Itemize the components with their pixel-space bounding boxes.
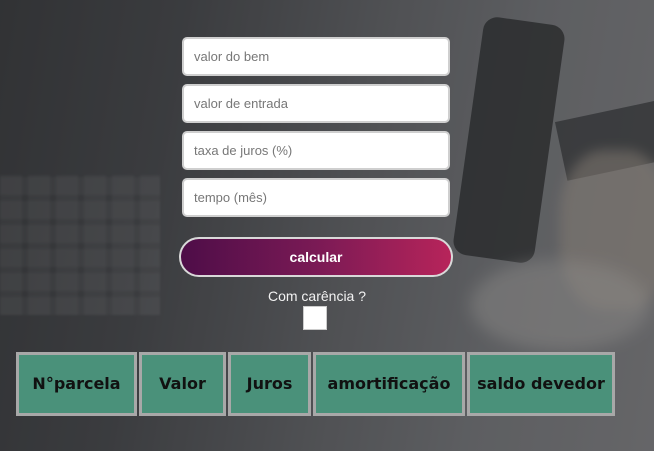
valor-do-bem-input[interactable] bbox=[182, 37, 450, 76]
column-header-amortificacao: amortificação bbox=[313, 352, 465, 416]
taxa-de-juros-input[interactable] bbox=[182, 131, 450, 170]
loan-form bbox=[182, 37, 450, 225]
valor-de-entrada-input[interactable] bbox=[182, 84, 450, 123]
carencia-checkbox[interactable] bbox=[303, 306, 327, 330]
column-header-nparcela: N°parcela bbox=[16, 352, 137, 416]
carencia-label: Com carência ? bbox=[267, 288, 367, 304]
column-header-juros: Juros bbox=[228, 352, 311, 416]
tempo-input[interactable] bbox=[182, 178, 450, 217]
calcular-button[interactable]: calcular bbox=[179, 237, 453, 277]
column-header-valor: Valor bbox=[139, 352, 226, 416]
column-header-saldo-devedor: saldo devedor bbox=[467, 352, 615, 416]
